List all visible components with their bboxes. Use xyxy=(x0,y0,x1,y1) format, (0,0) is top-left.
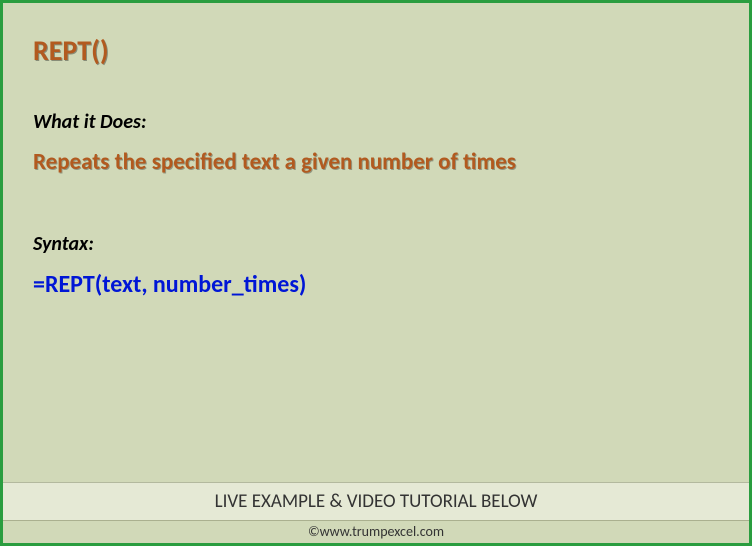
function-title: REPT() xyxy=(33,33,719,68)
document-frame: REPT() What it Does: Repeats the specifi… xyxy=(0,0,752,546)
what-it-does-label: What it Does: xyxy=(33,110,719,134)
syntax-text: =REPT(text, number_times) xyxy=(33,270,719,299)
footer-cta: LIVE EXAMPLE & VIDEO TUTORIAL BELOW xyxy=(3,482,749,520)
footer-credit: ©www.trumpexcel.com xyxy=(3,520,749,543)
syntax-label: Syntax: xyxy=(33,232,719,256)
document-content: REPT() What it Does: Repeats the specifi… xyxy=(3,3,749,482)
what-it-does-text: Repeats the specified text a given numbe… xyxy=(33,148,719,176)
